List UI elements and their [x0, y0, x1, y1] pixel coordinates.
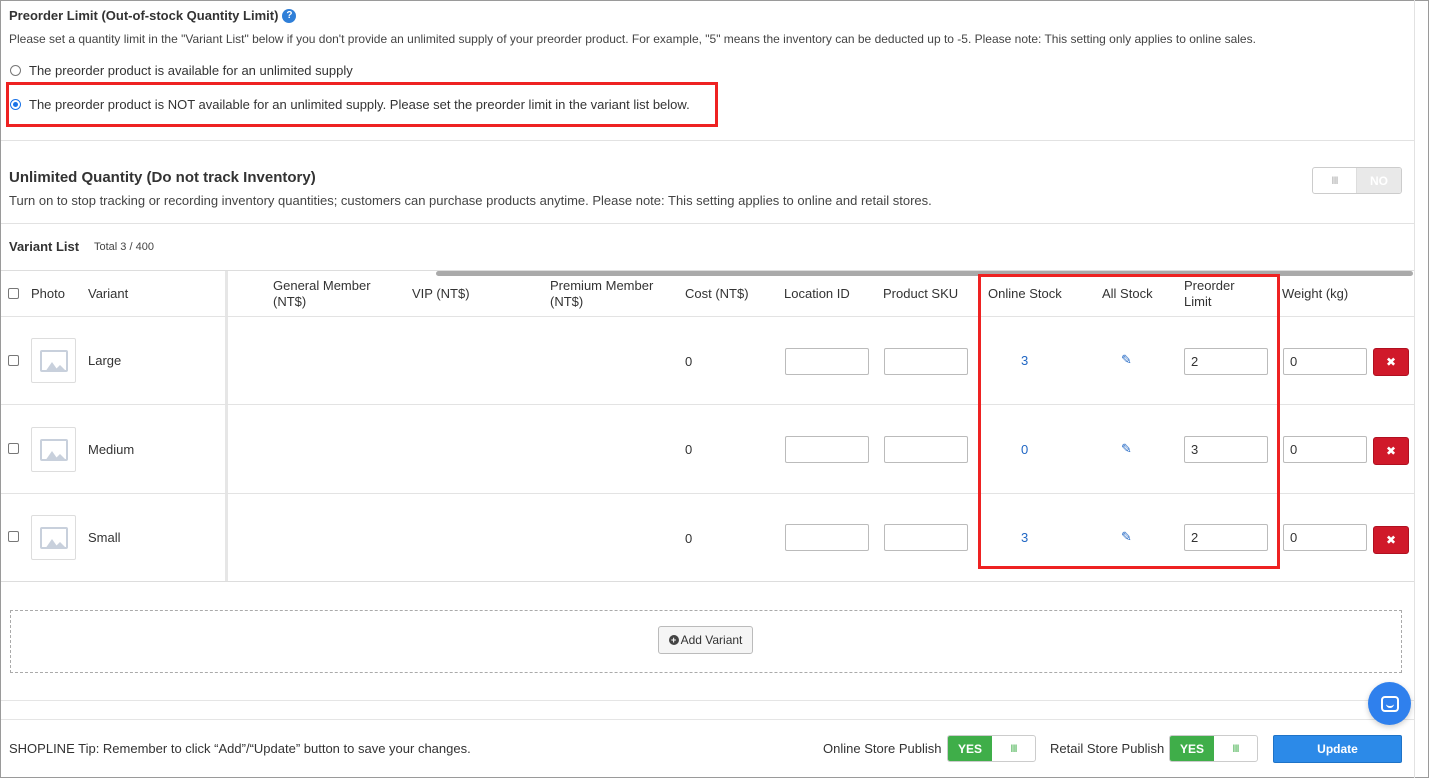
- location-id-input[interactable]: [785, 524, 869, 551]
- preorder-description: Please set a quantity limit in the "Vari…: [9, 32, 1256, 46]
- update-button[interactable]: Update: [1273, 735, 1402, 763]
- image-placeholder-icon: [39, 526, 68, 549]
- toggle-knob-icon: III: [1010, 742, 1017, 755]
- radio-unlimited-supply[interactable]: The preorder product is available for an…: [10, 63, 353, 78]
- row-checkbox[interactable]: [8, 531, 19, 542]
- row-checkbox[interactable]: [8, 443, 19, 454]
- column-header-photo: Photo: [31, 286, 65, 301]
- row-checkbox[interactable]: [8, 355, 19, 366]
- retail-store-publish-label: Retail Store Publish: [1050, 741, 1165, 756]
- variant-name: Large: [88, 353, 122, 368]
- variant-list-total: Total 3 / 400: [94, 241, 154, 253]
- radio-label: The preorder product is available for an…: [29, 63, 353, 78]
- column-header-weight: Weight (kg): [1282, 286, 1349, 301]
- weight-input[interactable]: [1283, 436, 1367, 463]
- variant-list-title: Variant List: [9, 239, 80, 254]
- highlight-box-preorder-option: [6, 82, 718, 127]
- delete-variant-button[interactable]: ✖: [1373, 437, 1409, 465]
- cost-value: 0: [685, 354, 693, 369]
- column-header-product-sku: Product SKU: [883, 286, 959, 301]
- variant-photo-placeholder[interactable]: [31, 427, 76, 472]
- column-header-premium-member: Premium Member (NT$): [550, 278, 654, 309]
- footer-bar: SHOPLINE Tip: Remember to click “Add”/“U…: [1, 719, 1414, 777]
- column-header-variant: Variant: [88, 286, 129, 301]
- toggle-label: YES: [948, 736, 992, 761]
- scroll-gutter: [1414, 0, 1415, 778]
- image-placeholder-icon: [39, 349, 68, 372]
- delete-variant-button[interactable]: ✖: [1373, 526, 1409, 554]
- chat-icon: [1380, 695, 1399, 712]
- unlimited-title: Unlimited Quantity (Do not track Invento…: [9, 169, 316, 186]
- variant-photo-placeholder[interactable]: [31, 515, 76, 560]
- location-id-input[interactable]: [785, 348, 869, 375]
- select-all-checkbox[interactable]: [8, 288, 19, 299]
- delete-variant-button[interactable]: ✖: [1373, 348, 1409, 376]
- image-placeholder-icon: [39, 438, 68, 461]
- weight-input[interactable]: [1283, 524, 1367, 551]
- weight-input[interactable]: [1283, 348, 1367, 375]
- column-header-cost: Cost (NT$): [685, 286, 749, 301]
- unlimited-description: Turn on to stop tracking or recording in…: [9, 193, 932, 208]
- variant-photo-placeholder[interactable]: [31, 338, 76, 383]
- chat-launcher-button[interactable]: [1368, 682, 1411, 725]
- help-icon[interactable]: ?: [282, 8, 297, 23]
- online-store-publish-toggle[interactable]: YES III: [947, 735, 1036, 762]
- close-icon: ✖: [1385, 444, 1397, 458]
- column-header-general-member: General Member (NT$): [273, 278, 371, 309]
- add-variant-button[interactable]: + Add Variant: [658, 626, 753, 654]
- fixed-column-divider: [225, 271, 228, 581]
- unlimited-toggle[interactable]: III NO: [1312, 167, 1402, 194]
- product-sku-input[interactable]: [884, 348, 968, 375]
- cost-value: 0: [685, 442, 693, 457]
- preorder-title: Preorder Limit (Out-of-stock Quantity Li…: [9, 8, 297, 23]
- toggle-label: YES: [1170, 736, 1214, 761]
- location-id-input[interactable]: [785, 436, 869, 463]
- close-icon: ✖: [1385, 355, 1397, 369]
- unlimited-quantity-section: Unlimited Quantity (Do not track Invento…: [1, 142, 1414, 224]
- add-variant-label: Add Variant: [680, 633, 743, 647]
- column-header-location-id: Location ID: [784, 286, 850, 301]
- column-header-vip: VIP (NT$): [412, 286, 470, 301]
- variant-name: Small: [88, 530, 121, 545]
- retail-store-publish-toggle[interactable]: YES III: [1169, 735, 1258, 762]
- toggle-label: NO: [1357, 168, 1401, 193]
- preorder-title-text: Preorder Limit (Out-of-stock Quantity Li…: [9, 8, 279, 23]
- radio-button[interactable]: [10, 65, 21, 76]
- footer-divider: [1, 700, 1414, 701]
- cost-value: 0: [685, 531, 693, 546]
- footer-tip: SHOPLINE Tip: Remember to click “Add”/“U…: [9, 741, 471, 756]
- plus-circle-icon: +: [668, 635, 679, 645]
- close-icon: ✖: [1385, 533, 1397, 547]
- product-sku-input[interactable]: [884, 524, 968, 551]
- toggle-knob-icon: III: [1232, 742, 1239, 755]
- highlight-box-stock-columns: [978, 274, 1280, 569]
- product-sku-input[interactable]: [884, 436, 968, 463]
- toggle-knob-icon: III: [1313, 168, 1357, 193]
- variant-name: Medium: [88, 442, 135, 457]
- online-store-publish-label: Online Store Publish: [823, 741, 942, 756]
